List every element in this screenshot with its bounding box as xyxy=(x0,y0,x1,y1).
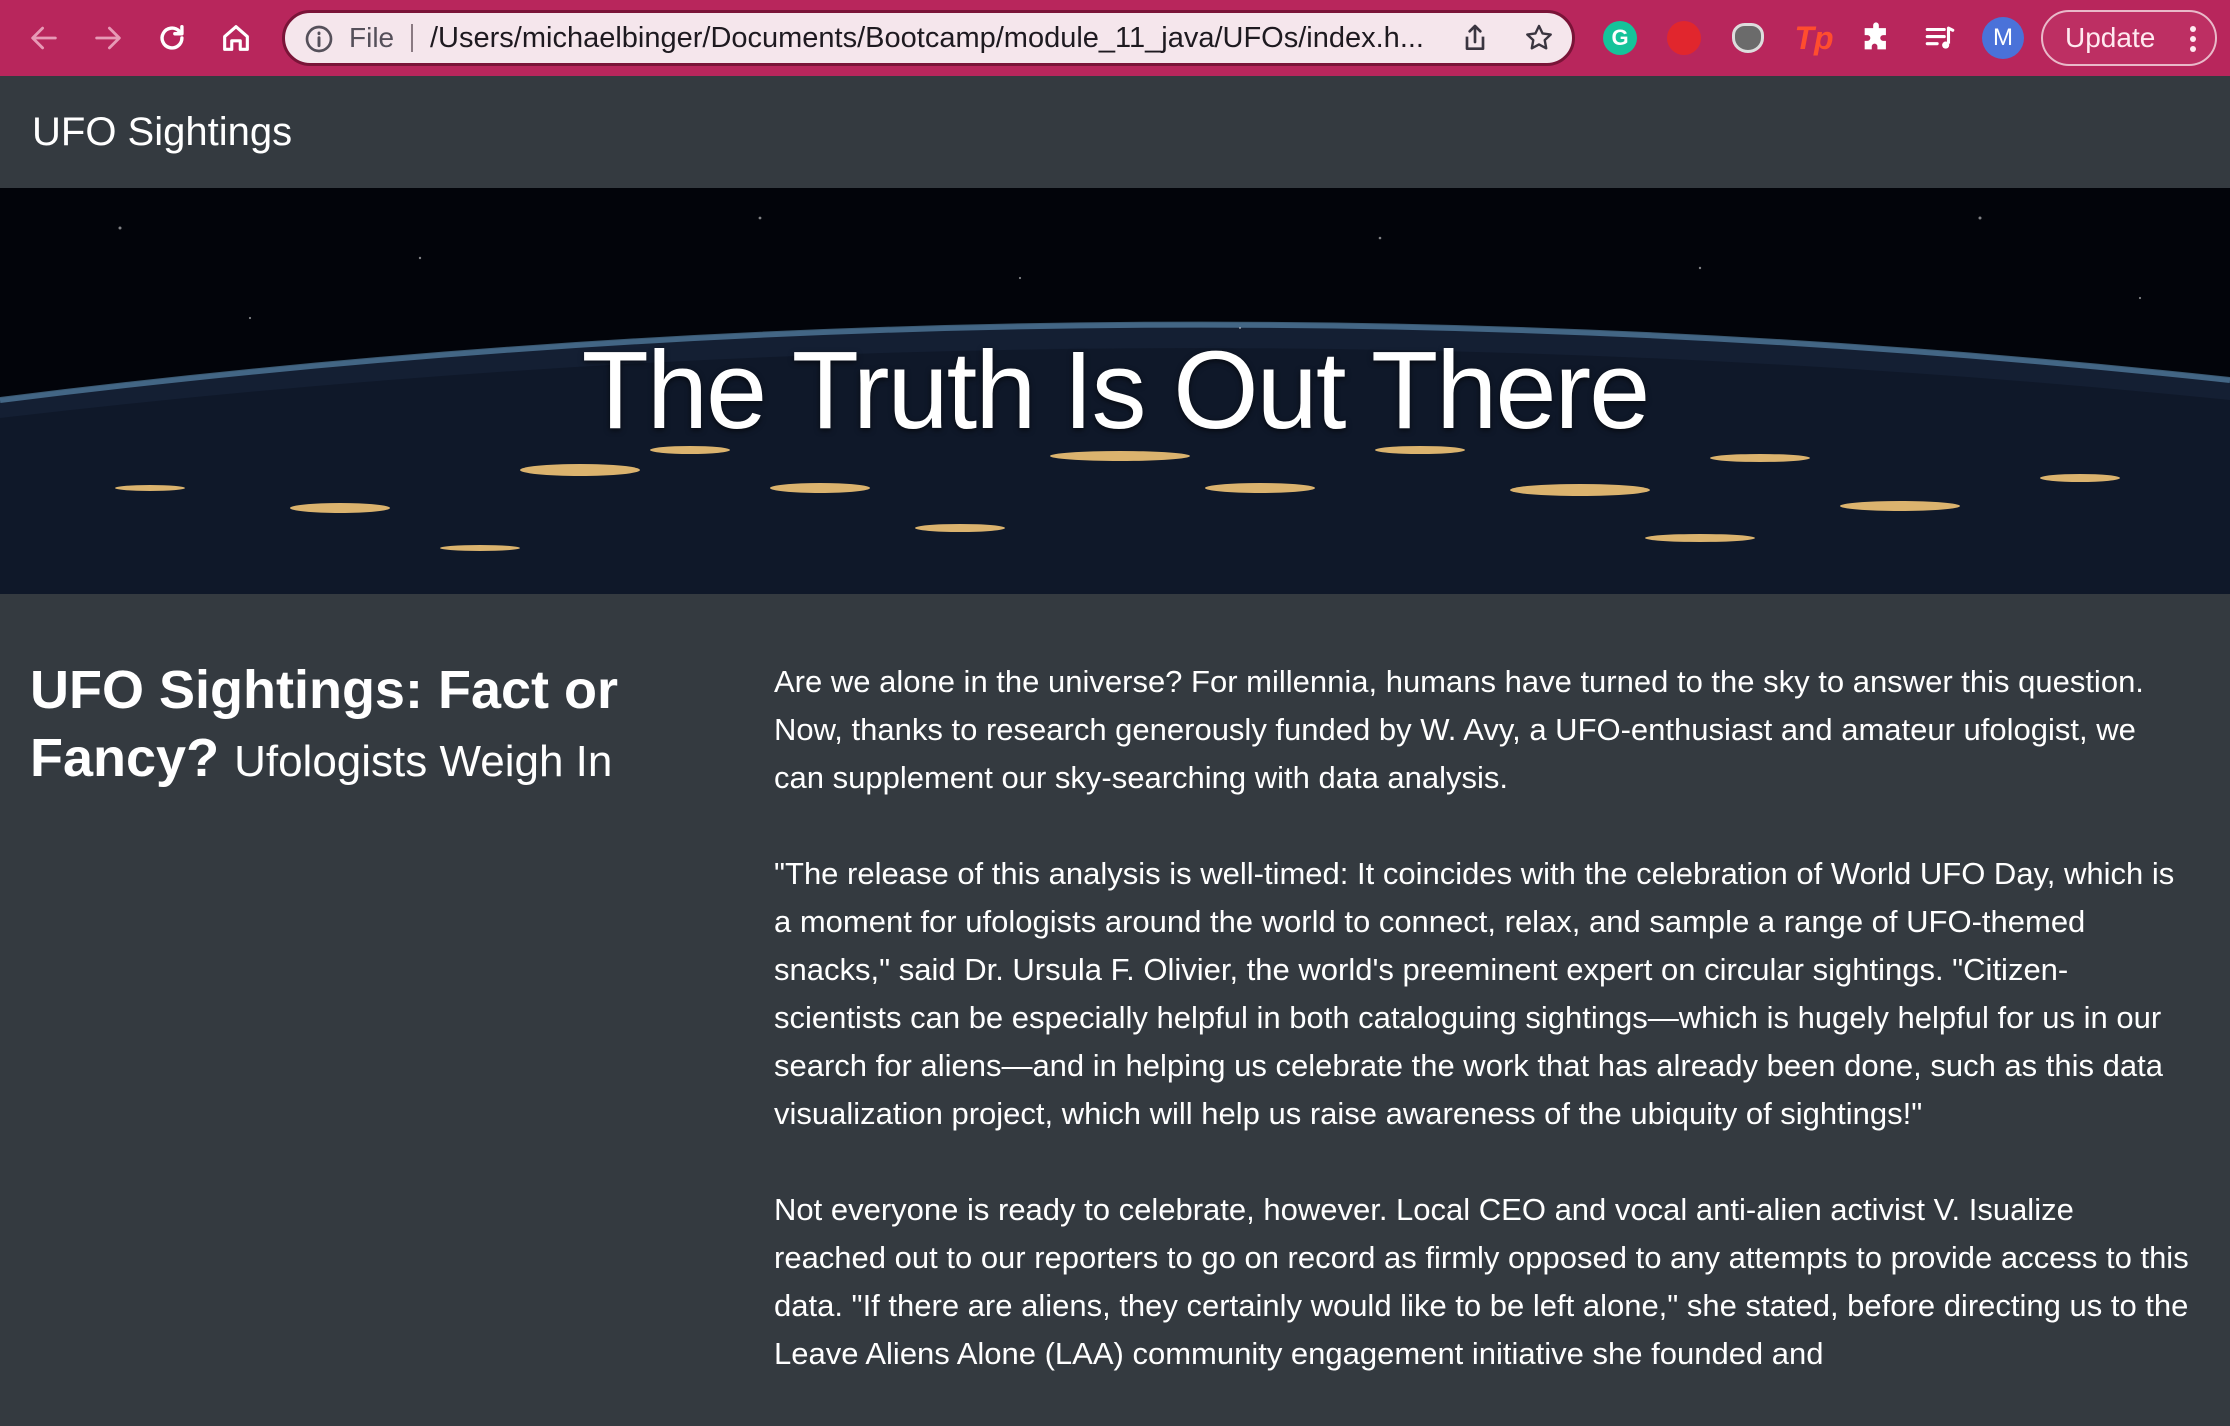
media-queue-icon xyxy=(1925,26,1955,49)
reload-button[interactable] xyxy=(148,14,196,62)
stop-extension[interactable] xyxy=(1664,18,1704,58)
grammarly-icon: G xyxy=(1603,21,1637,55)
hero-title: The Truth Is Out There xyxy=(581,329,1651,452)
back-arrow-icon xyxy=(31,26,57,50)
address-divider xyxy=(411,24,413,52)
hand-stop-icon xyxy=(1667,21,1701,55)
hero-jumbotron: The Truth Is Out There xyxy=(0,188,2230,594)
forward-button[interactable] xyxy=(84,14,132,62)
back-button[interactable] xyxy=(20,14,68,62)
reload-icon xyxy=(160,24,184,50)
forward-arrow-icon xyxy=(95,26,121,50)
article-body: Are we alone in the universe? For millen… xyxy=(774,658,2194,1426)
site-navbar: UFO Sightings xyxy=(0,76,2230,188)
mask-extension[interactable] xyxy=(1728,18,1768,58)
puzzle-icon xyxy=(1864,22,1886,50)
browser-toolbar: File /Users/michaelbinger/Documents/Boot… xyxy=(0,0,2230,76)
media-control-button[interactable] xyxy=(1920,18,1960,58)
navbar-brand[interactable]: UFO Sightings xyxy=(32,76,292,188)
extensions-button[interactable] xyxy=(1856,18,1896,58)
tp-extension[interactable]: Tp xyxy=(1794,18,1834,58)
lead-heading: UFO Sightings: Fact or Fancy? Ufologists… xyxy=(30,656,690,796)
bookmark-star-icon[interactable] xyxy=(1523,22,1555,54)
grammarly-extension[interactable]: G xyxy=(1600,18,1640,58)
address-bar[interactable]: File /Users/michaelbinger/Documents/Boot… xyxy=(282,10,1575,66)
file-scheme-label: File xyxy=(349,22,395,53)
update-label: Update xyxy=(2065,22,2156,53)
lead-subtitle: Ufologists Weigh In xyxy=(234,737,613,786)
lead-column: UFO Sightings: Fact or Fancy? Ufologists… xyxy=(30,656,690,796)
more-menu-icon[interactable] xyxy=(2181,24,2205,54)
info-icon[interactable] xyxy=(303,23,335,55)
article-paragraph: Are we alone in the universe? For millen… xyxy=(774,664,2144,795)
home-icon xyxy=(223,25,249,51)
profile-avatar[interactable]: M xyxy=(1982,17,2024,59)
article-paragraph: Not everyone is ready to celebrate, howe… xyxy=(774,1192,2189,1371)
share-icon[interactable] xyxy=(1459,22,1491,54)
mask-icon xyxy=(1732,23,1764,53)
tp-icon: Tp xyxy=(1794,19,1834,56)
article-paragraph: "The release of this analysis is well-ti… xyxy=(774,856,2175,1131)
home-button[interactable] xyxy=(212,14,260,62)
url-text[interactable]: /Users/michaelbinger/Documents/Bootcamp/… xyxy=(430,13,1430,63)
update-button[interactable]: Update xyxy=(2041,10,2217,66)
